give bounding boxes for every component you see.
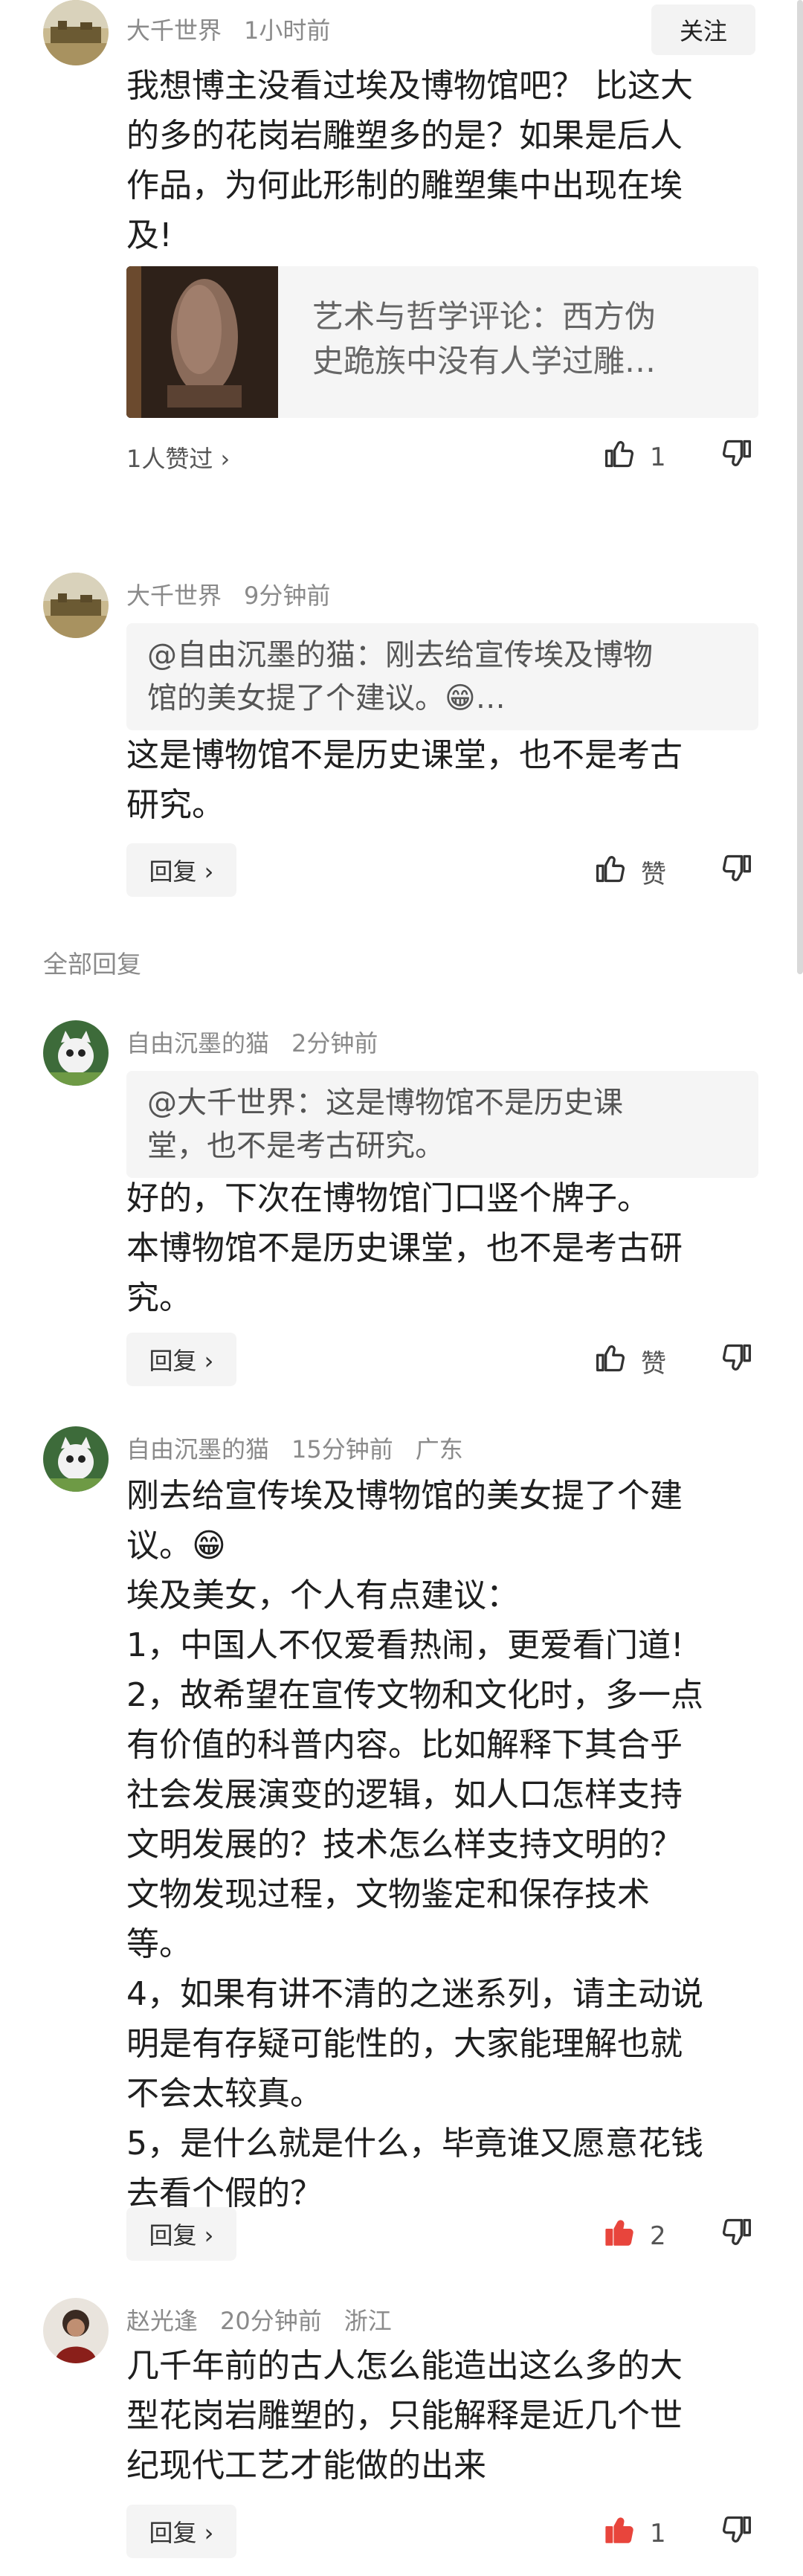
comment-text: 好的，下次在博物馆门口竖个牌子。 本博物馆不是历史课堂，也不是考古研 究。 xyxy=(126,1179,683,1317)
like-button[interactable]: 2 xyxy=(604,2216,666,2255)
thumbs-down-icon xyxy=(720,2216,752,2255)
timestamp: 20分钟前 xyxy=(220,2307,322,2335)
dislike-button[interactable] xyxy=(720,852,752,892)
location: 浙江 xyxy=(344,2307,392,2335)
thumbs-up-filled-icon xyxy=(604,2216,636,2255)
comment-meta: 大千世界 9分钟前 xyxy=(126,577,352,611)
username[interactable]: 赵光逢 xyxy=(126,2307,198,2335)
thumbs-up-icon xyxy=(604,437,636,477)
dislike-button[interactable] xyxy=(720,1342,752,1381)
article-title: 艺术与哲学评论：西方伪 史跪族中没有人学过雕… xyxy=(312,298,657,379)
timestamp: 1小时前 xyxy=(244,16,331,45)
comment-text: 我想博主没看过埃及博物馆吧？ 比这大 的多的花岗岩雕塑多的是？如果是后人 作品，… xyxy=(126,67,693,254)
avatar[interactable] xyxy=(43,1426,109,1492)
timestamp: 9分钟前 xyxy=(244,582,331,610)
thumbs-down-icon xyxy=(720,852,752,892)
comment-meta: 大千世界 1小时前 xyxy=(126,12,352,46)
comment-meta: 自由沉墨的猫 15分钟前 广东 xyxy=(126,1431,486,1465)
comment-text: 几千年前的古人怎么能造出这么多的大 型花岗岩雕塑的，只能解释是近几个世 纪现代工… xyxy=(126,2347,683,2485)
avatar[interactable] xyxy=(43,573,109,638)
like-label: 赞 xyxy=(641,1349,666,1379)
thumbs-down-icon xyxy=(720,2514,752,2553)
username[interactable]: 大千世界 xyxy=(126,582,222,610)
like-label: 赞 xyxy=(641,860,666,889)
like-count: 1 xyxy=(650,2518,666,2548)
quoted-reply[interactable]: @自由沉墨的猫：刚去给宣传埃及博物 馆的美女提了个建议。😁… xyxy=(126,623,758,730)
quoted-reply[interactable]: @大千世界：这是博物馆不是历史课 堂，也不是考古研究。 xyxy=(126,1071,758,1178)
like-button[interactable]: 1 xyxy=(604,437,666,477)
all-replies-label: 全部回复 xyxy=(43,950,141,979)
like-count: 1 xyxy=(650,442,666,472)
comment-text: 这是博物馆不是历史课堂，也不是考古 研究。 xyxy=(126,736,683,824)
username[interactable]: 自由沉墨的猫 xyxy=(126,1029,269,1057)
like-button[interactable]: 赞 xyxy=(595,852,666,892)
scrollbar[interactable] xyxy=(797,0,803,974)
linked-article-card[interactable]: 艺术与哲学评论：西方伪 史跪族中没有人学过雕… xyxy=(126,266,758,418)
avatar[interactable] xyxy=(43,1020,109,1086)
thumbs-up-filled-icon xyxy=(604,2514,636,2553)
avatar[interactable] xyxy=(43,2298,109,2363)
thumbs-up-icon xyxy=(595,1342,628,1381)
thumbs-up-icon xyxy=(595,852,628,892)
location: 广东 xyxy=(415,1435,463,1464)
comment-meta: 赵光逢 20分钟前 浙江 xyxy=(126,2302,414,2337)
thumbs-down-icon xyxy=(720,437,752,477)
reply-button[interactable]: 回复 › xyxy=(126,843,236,897)
dislike-button[interactable] xyxy=(720,2216,752,2255)
follow-button[interactable]: 关注 xyxy=(651,4,755,55)
username[interactable]: 大千世界 xyxy=(126,16,222,45)
like-count: 2 xyxy=(650,2221,666,2251)
likers-link[interactable]: 1人赞过 › xyxy=(126,440,230,474)
avatar[interactable] xyxy=(43,0,109,65)
timestamp: 2分钟前 xyxy=(291,1029,378,1057)
thumbs-down-icon xyxy=(720,1342,752,1381)
timestamp: 15分钟前 xyxy=(291,1435,393,1464)
like-button[interactable]: 1 xyxy=(604,2514,666,2553)
article-thumbnail xyxy=(126,266,278,418)
dislike-button[interactable] xyxy=(720,2514,752,2553)
username[interactable]: 自由沉墨的猫 xyxy=(126,1435,269,1464)
like-button[interactable]: 赞 xyxy=(595,1342,666,1381)
reply-button[interactable]: 回复 › xyxy=(126,2505,236,2558)
reply-button[interactable]: 回复 › xyxy=(126,2207,236,2261)
comment-meta: 自由沉墨的猫 2分钟前 xyxy=(126,1025,400,1059)
dislike-button[interactable] xyxy=(720,437,752,477)
reply-button[interactable]: 回复 › xyxy=(126,1333,236,1386)
comment-text: 刚去给宣传埃及博物馆的美女提了个建 议。😁 埃及美女，个人有点建议： 1，中国人… xyxy=(126,1477,703,2212)
